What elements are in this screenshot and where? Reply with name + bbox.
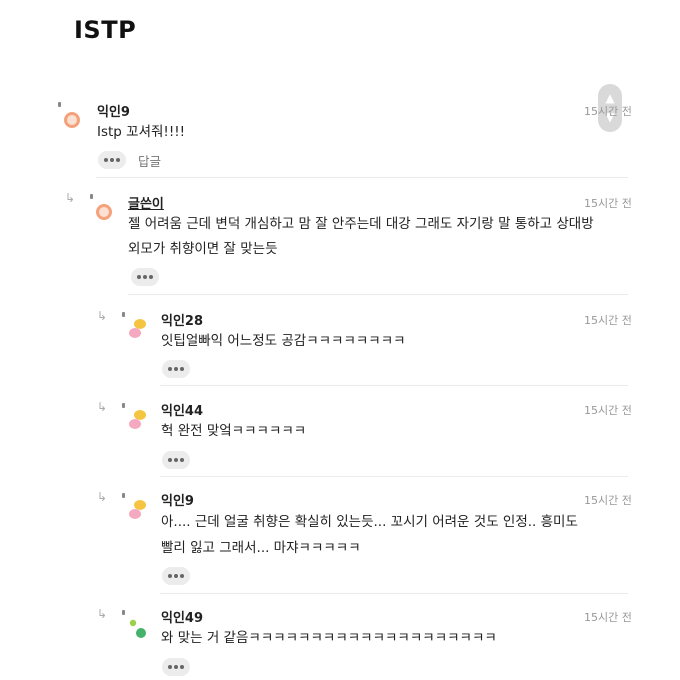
depth-marker [122, 312, 125, 317]
reply-arrow-icon: ↳ [97, 309, 108, 323]
more-options-button[interactable] [162, 360, 190, 378]
comment-author[interactable]: 익인9 [161, 490, 194, 509]
comment-text-line-1: 아.... 근데 얼굴 취향은 확실히 있는듯... 꼬시기 어려운 것도 인정… [161, 514, 578, 530]
more-options-button[interactable] [98, 151, 126, 169]
comment-author[interactable]: 글쓴이 [128, 193, 164, 212]
comment-text-line-2: 외모가 취향이면 잘 맞는듯 [128, 241, 278, 257]
more-options-button[interactable] [131, 268, 159, 286]
divider [96, 177, 628, 178]
comment-text: 잇팁얼빠익 어느정도 공감ㅋㅋㅋㅋㅋㅋㅋㅋ [161, 333, 406, 349]
comment-text: 와 맞는 거 같음ㅋㅋㅋㅋㅋㅋㅋㅋㅋㅋㅋㅋㅋㅋㅋㅋㅋㅋㅋㅋ [161, 630, 497, 646]
reply-button[interactable]: 답글 [138, 151, 161, 170]
depth-marker [122, 493, 125, 498]
comment-author[interactable]: 익인28 [161, 310, 203, 329]
divider [160, 593, 628, 594]
yellow-pink-blob-icon [129, 410, 146, 429]
yellow-pink-blob-icon [129, 500, 146, 519]
comment-text-line-2: 빨리 잃고 그래서... 마쟈ㅋㅋㅋㅋㅋ [161, 540, 361, 556]
divider [160, 385, 628, 386]
green-dots-icon [129, 619, 146, 638]
orange-ring-icon [96, 204, 112, 220]
page-title: ISTP [74, 16, 137, 44]
comment-text-line-1: 젤 어려움 근데 변덕 개심하고 맘 잘 안주는데 대강 그래도 자기랑 말 통… [128, 216, 594, 232]
depth-marker [122, 403, 125, 408]
divider [128, 294, 628, 295]
yellow-pink-blob-icon [129, 319, 146, 338]
more-options-button[interactable] [162, 567, 190, 585]
comment-time: 15시간 전 [584, 404, 632, 417]
comment-time: 15시간 전 [584, 611, 632, 624]
comment-author[interactable]: 익인44 [161, 400, 203, 419]
depth-marker [122, 610, 125, 615]
comment-time: 15시간 전 [584, 197, 632, 210]
comment-time: 15시간 전 [584, 494, 632, 507]
reply-arrow-icon: ↳ [97, 607, 108, 621]
divider [160, 476, 628, 477]
reply-arrow-icon: ↳ [65, 191, 76, 205]
more-options-button[interactable] [162, 451, 190, 469]
comment-time: 15시간 전 [584, 105, 632, 118]
reply-arrow-icon: ↳ [97, 400, 108, 414]
comment-author[interactable]: 익인49 [161, 607, 203, 626]
comment-time: 15시간 전 [584, 314, 632, 327]
depth-marker [90, 194, 93, 199]
more-options-button[interactable] [162, 658, 190, 676]
comment-author[interactable]: 익인9 [97, 101, 130, 120]
depth-marker [58, 102, 61, 107]
reply-arrow-icon: ↳ [97, 490, 108, 504]
comment-text: Istp 꼬셔줘!!!! [97, 124, 186, 140]
orange-ring-icon [64, 112, 80, 128]
comment-text: 헉 완전 맞엌ㅋㅋㅋㅋㅋㅋ [161, 423, 307, 439]
